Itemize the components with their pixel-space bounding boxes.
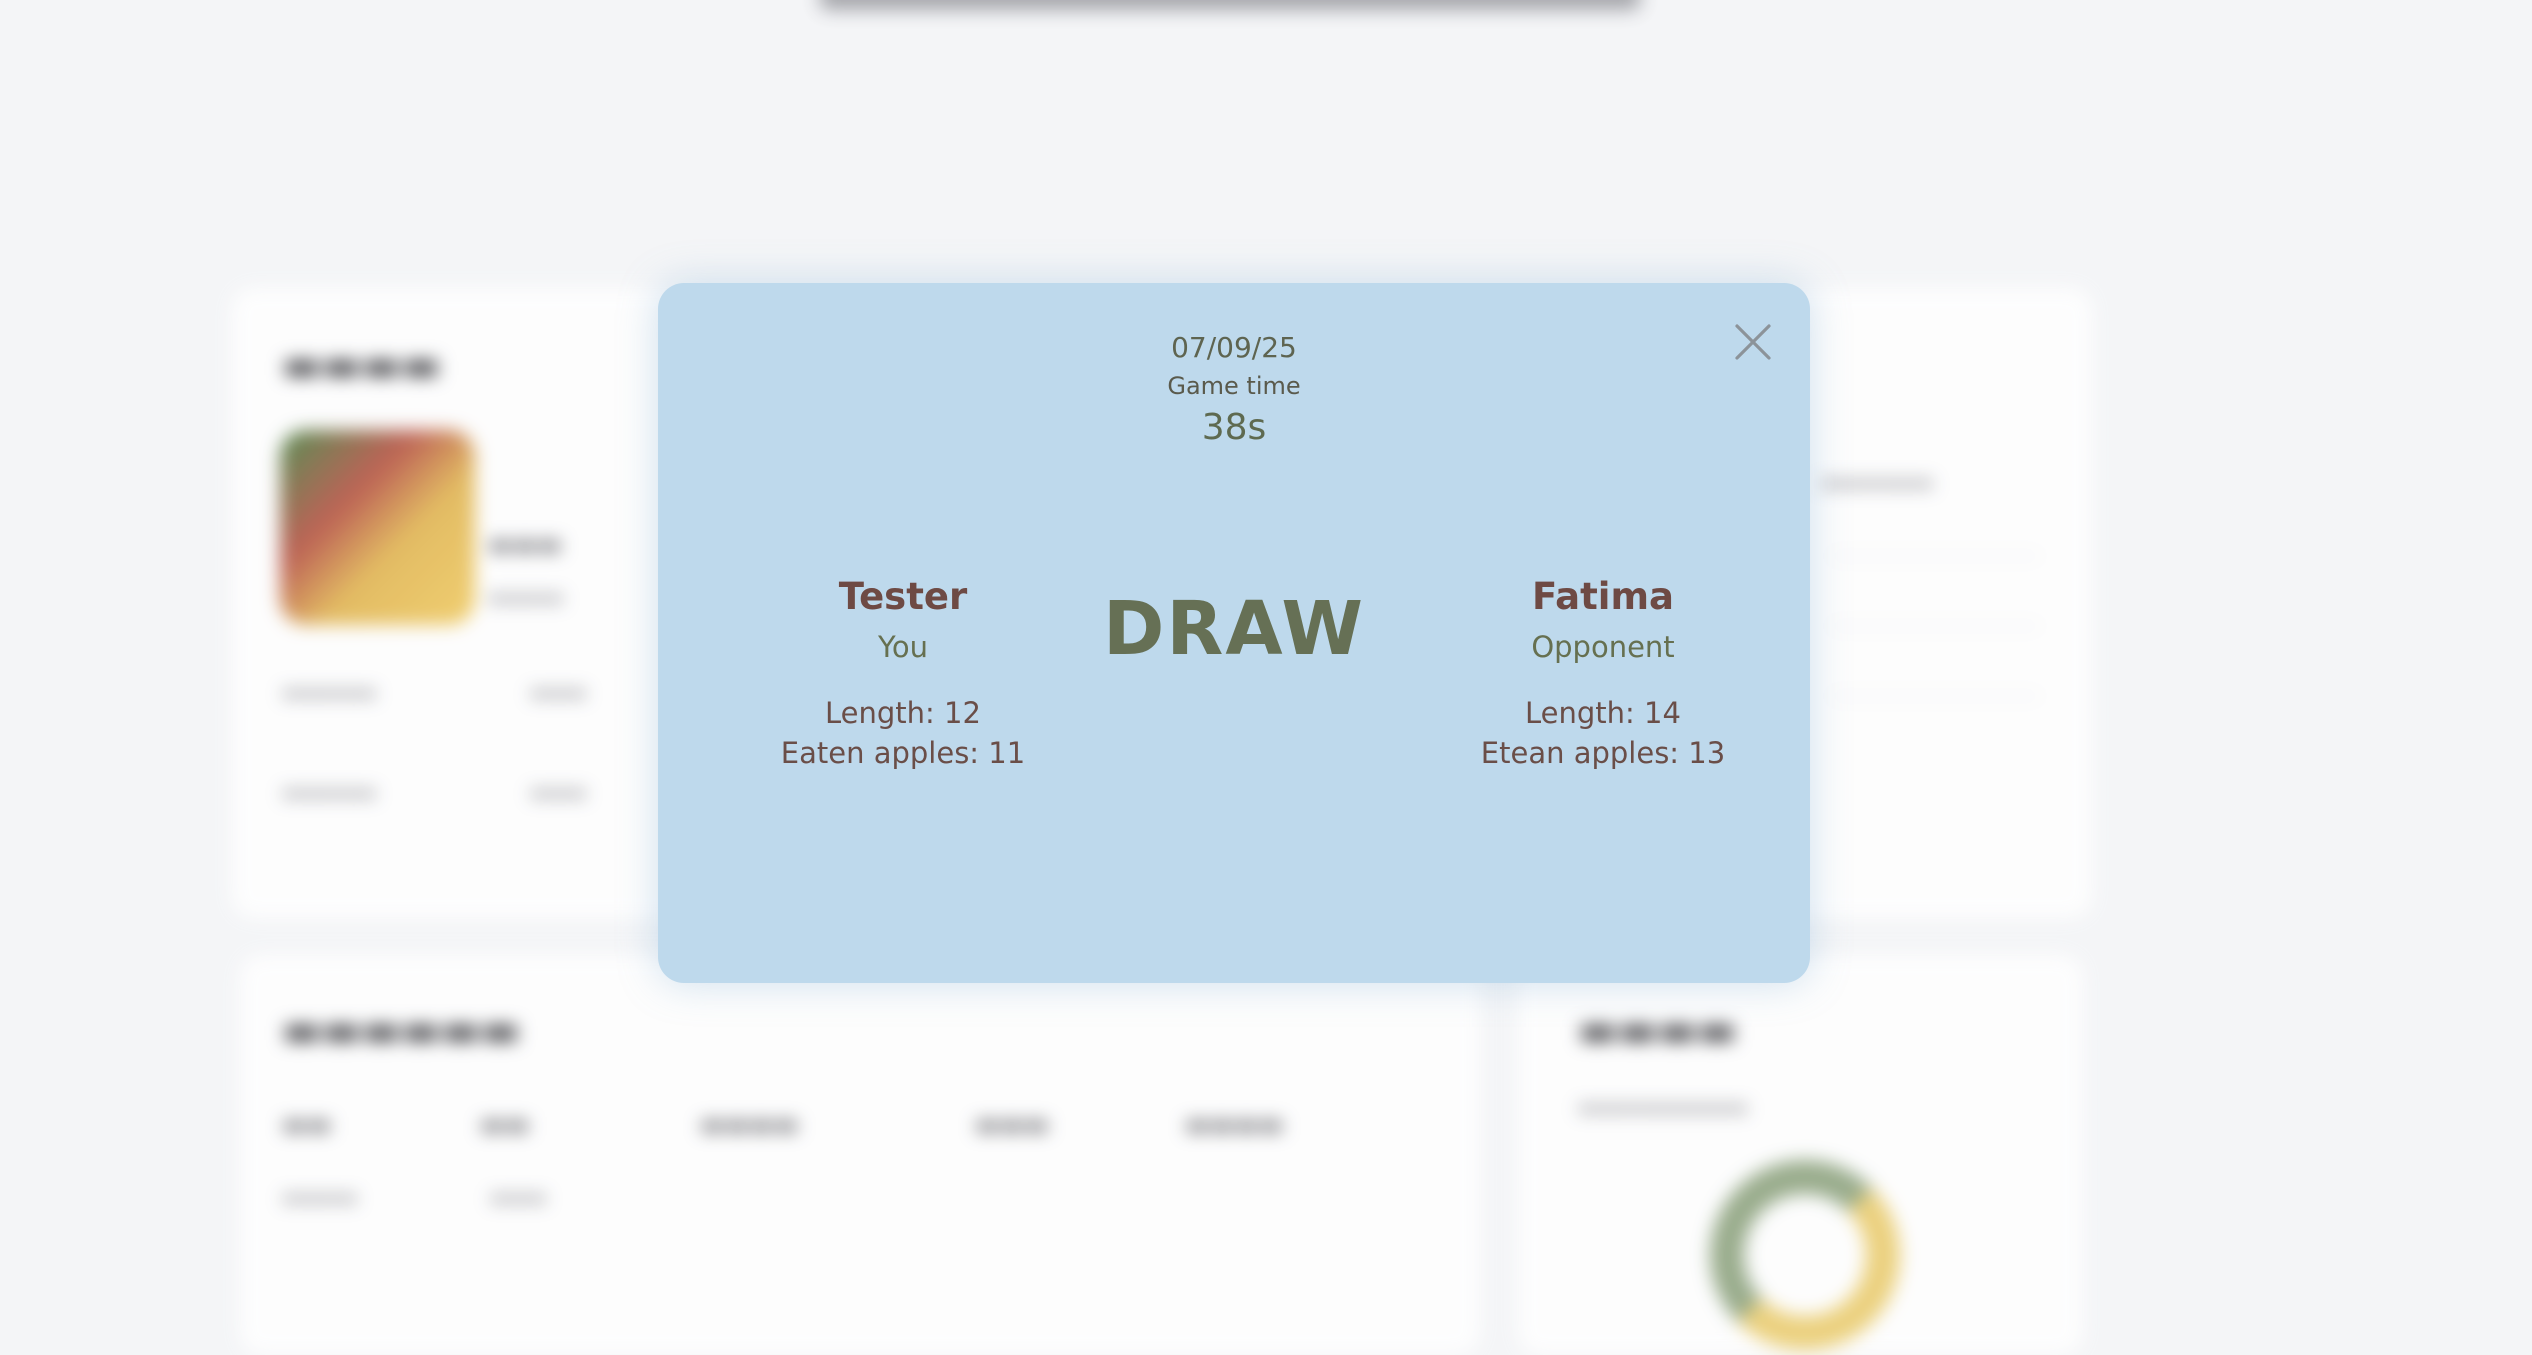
background-text: ▬▬▬ [530, 780, 587, 804]
player-stats: Length: 12 Eaten apples: 11 [683, 693, 1123, 773]
player-role: You [878, 630, 928, 664]
player-role: Opponent [1531, 630, 1675, 664]
background-text: ▬▬▬ [530, 680, 587, 704]
background-heading: ▬▬▬▬▬▬ [282, 1005, 521, 1054]
player-stats: Length: 14 Etean apples: 13 [1383, 693, 1823, 773]
player-eaten-apples: Etean apples: 13 [1480, 736, 1726, 770]
player-length: Length: 14 [1525, 696, 1681, 730]
background-text: ▬▬▬▬▬▬▬▬▬ [1578, 1095, 1749, 1119]
background-text: ▬▬▬ [490, 1185, 547, 1209]
background-text: ▬▬▬▬ [488, 585, 564, 609]
background-text: ▬▬▬▬▬ [282, 780, 377, 804]
background-text: ▬▬ [480, 1110, 530, 1140]
background-gridline [1830, 695, 2040, 697]
player-card-you: Tester You Length: 12 Eaten apples: 11 [683, 573, 1123, 773]
background-text: ▬▬▬▬▬▬ [1820, 470, 1934, 494]
background-text: ▬▬▬ [488, 530, 562, 560]
game-time-value: 38s [1201, 407, 1267, 448]
background-heading: ▬▬▬▬ [1578, 1005, 1737, 1054]
background-text: ▬▬▬▬ [700, 1110, 799, 1140]
game-result-modal: 07/09/25 Game time 38s Tester You Length… [658, 283, 1810, 983]
background-heading: ▬▬▬▬ [282, 340, 441, 389]
background-header-bar [820, 0, 1640, 10]
background-donut-chart [1710, 1160, 1900, 1350]
background-text: ▬▬▬▬▬ [282, 680, 377, 704]
background-avatar [280, 430, 475, 625]
game-result: DRAW [1103, 586, 1365, 672]
player-name: Tester [838, 575, 968, 618]
background-text: ▬▬▬▬ [1185, 1110, 1284, 1140]
player-length: Length: 12 [825, 696, 981, 730]
background-gridline [1830, 555, 2040, 557]
game-date: 07/09/25 [1171, 331, 1297, 364]
background-text: ▬▬▬▬ [282, 1185, 358, 1209]
background-text: ▬▬▬ [975, 1110, 1049, 1140]
player-name: Fatima [1532, 575, 1674, 618]
background-text: ▬▬ [282, 1110, 332, 1140]
player-card-opponent: Fatima Opponent Length: 14 Etean apples:… [1383, 573, 1823, 773]
player-eaten-apples: Eaten apples: 11 [780, 736, 1026, 770]
game-time-label: Game time [1167, 372, 1301, 400]
background-gridline [1830, 625, 2040, 627]
